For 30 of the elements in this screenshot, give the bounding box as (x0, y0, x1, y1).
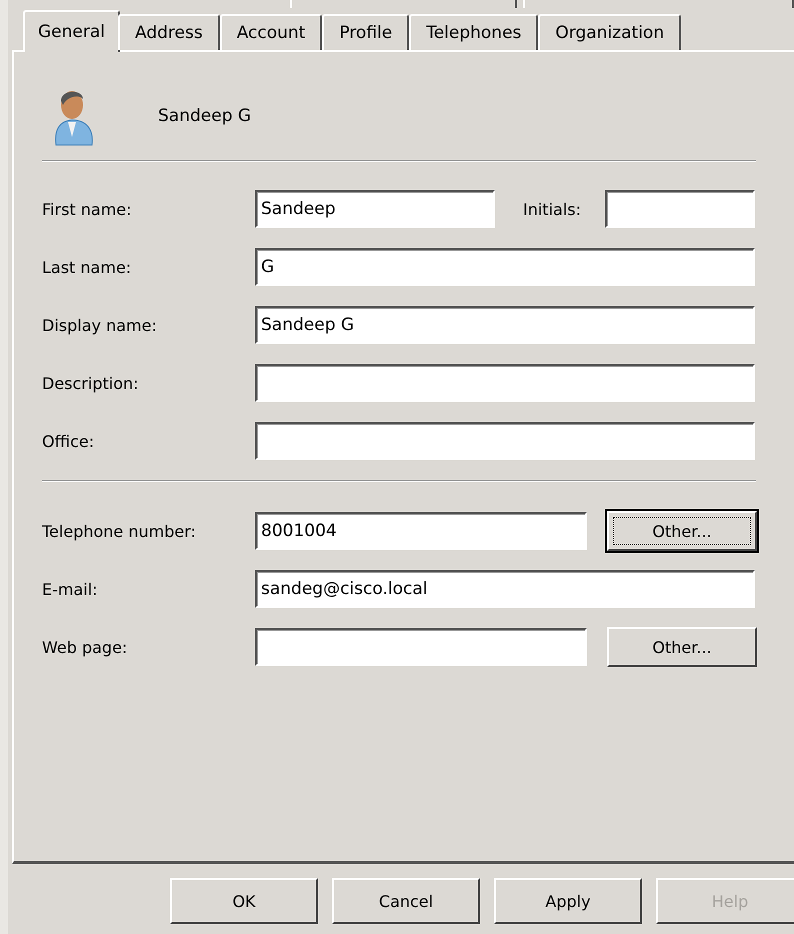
text-field[interactable] (255, 628, 587, 666)
text-field[interactable] (255, 364, 755, 402)
user-name: Sandeep G (158, 106, 252, 126)
dialog-button[interactable]: OK (170, 878, 318, 924)
text-field[interactable]: sandeg@cisco.local (255, 570, 755, 608)
tab[interactable]: Address (118, 14, 220, 50)
field-label: Telephone number: (42, 522, 197, 540)
tab[interactable]: Account (220, 14, 322, 50)
tab[interactable]: General (23, 10, 120, 52)
field-label: First name: (42, 200, 133, 218)
tab[interactable]: Organization (538, 14, 682, 50)
field-label: E-mail: (42, 580, 99, 598)
tab[interactable]: Profile (322, 14, 410, 50)
field-label: Last name: (42, 258, 132, 276)
text-field[interactable]: Sandeep (255, 190, 495, 228)
tab[interactable]: Telephones (409, 14, 538, 50)
dialog-button[interactable]: Apply (494, 878, 642, 924)
text-field[interactable] (255, 422, 755, 460)
other-button[interactable]: Other... (607, 511, 757, 551)
field-label: Office: (42, 432, 96, 450)
field-label: Web page: (42, 638, 128, 656)
field-label: Description: (42, 374, 140, 392)
text-field[interactable]: 8001004 (255, 512, 587, 550)
field-label: Display name: (42, 316, 158, 334)
text-field[interactable]: Sandeep G (255, 306, 755, 344)
text-field[interactable] (605, 190, 755, 228)
dialog-button[interactable]: Cancel (332, 878, 480, 924)
text-field[interactable]: G (255, 248, 755, 286)
other-button[interactable]: Other... (607, 627, 757, 667)
field-label: Initials: (523, 200, 582, 218)
